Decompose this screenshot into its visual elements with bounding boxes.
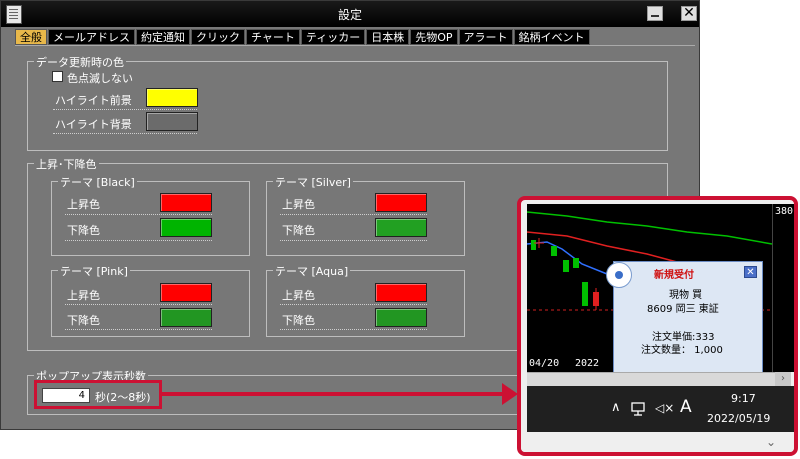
preview-callout: 04/20 2022 新規受付 ✕ 現物 買 8609 岡三 東証 注文単価:3…	[517, 196, 798, 456]
down-color-label: 下降色	[67, 314, 100, 327]
window-title: 設定	[337, 8, 362, 22]
tab-general[interactable]: 全般	[15, 29, 47, 45]
candle-down	[563, 260, 569, 272]
theme-aqua-legend: テーマ [Aqua]	[273, 263, 351, 279]
network-icon[interactable]	[631, 402, 647, 416]
tab-stock-events[interactable]: 銘柄イベント	[513, 29, 590, 45]
updown-legend: 上昇･下降色	[34, 156, 99, 172]
candle-down	[551, 246, 557, 256]
popup-line-4: 注文数量： 1,000	[641, 345, 723, 356]
candle-down	[582, 282, 588, 306]
date-label-1: 04/20	[529, 358, 560, 369]
price-scale: 380	[772, 204, 794, 372]
scroll-down-arrow-icon[interactable]: ⌄	[766, 435, 776, 449]
highlight-fg-label: ハイライト前景	[55, 94, 132, 107]
tab-alert[interactable]: アラート	[458, 29, 513, 45]
silver-up-color-swatch[interactable]	[375, 193, 427, 212]
divider	[280, 329, 427, 330]
volume-muted-icon[interactable]: ◁×	[655, 401, 674, 415]
divider	[53, 133, 197, 134]
arrow-line	[162, 392, 504, 396]
divider	[65, 240, 212, 241]
pink-down-color-swatch[interactable]	[160, 308, 212, 327]
theme-silver-legend: テーマ [Silver]	[273, 174, 353, 190]
popup-close-button[interactable]: ✕	[744, 266, 757, 278]
taskbar-date[interactable]: 2022/05/19	[707, 412, 770, 425]
theme-black-legend: テーマ [Black]	[58, 174, 137, 190]
divider	[280, 214, 427, 215]
arrow-head-icon	[502, 383, 518, 405]
windows-taskbar: ∧ ◁× A 9:17 2022/05/19	[527, 386, 794, 432]
down-color-label: 下降色	[282, 224, 315, 237]
tab-divider	[15, 45, 695, 46]
no-flash-checkbox[interactable]	[52, 71, 63, 82]
tab-chart[interactable]: チャート	[246, 29, 300, 45]
highlight-bg-color-swatch[interactable]	[146, 112, 198, 131]
divider	[280, 240, 427, 241]
divider	[280, 304, 427, 305]
silver-down-color-swatch[interactable]	[375, 218, 427, 237]
tab-click[interactable]: クリック	[191, 29, 245, 45]
popup-title: 新規受付	[654, 270, 694, 281]
show-hidden-icons-chevron[interactable]: ∧	[611, 400, 621, 415]
up-color-label: 上昇色	[282, 198, 315, 211]
date-label-2: 2022	[575, 358, 600, 369]
up-color-label: 上昇色	[67, 289, 100, 302]
popup-line-2: 8609 岡三 東証	[647, 304, 719, 315]
tab-bar: 全般 メールアドレス 約定通知 クリック チャート ティッカー 日本株 先物OP…	[15, 29, 591, 45]
up-color-label: 上昇色	[282, 289, 315, 302]
highlight-bg-label: ハイライト背景	[55, 118, 132, 131]
up-color-label: 上昇色	[67, 198, 100, 211]
order-notification-popup: 新規受付 ✕ 現物 買 8609 岡三 東証 注文単価:333 注文数量： 1,…	[606, 261, 763, 374]
popup-line-1: 現物 買	[669, 290, 703, 301]
down-color-label: 下降色	[282, 314, 315, 327]
highlight-frame-seconds	[34, 380, 162, 409]
black-up-color-swatch[interactable]	[160, 193, 212, 212]
aqua-down-color-swatch[interactable]	[375, 308, 427, 327]
candle-down	[573, 258, 579, 268]
theme-pink-legend: テーマ [Pink]	[58, 263, 130, 279]
ime-indicator[interactable]: A	[680, 397, 692, 417]
divider	[65, 304, 212, 305]
pink-up-color-swatch[interactable]	[160, 283, 212, 302]
taskbar-time[interactable]: 9:17	[731, 392, 756, 405]
title-bar: 設定 ✕	[1, 1, 699, 27]
divider	[53, 109, 197, 110]
close-button[interactable]: ✕	[681, 6, 697, 21]
no-flash-label: 色点滅しない	[67, 72, 133, 85]
theme-black-group: テーマ [Black]	[51, 174, 250, 256]
price-scale-label: 380	[775, 206, 794, 217]
data-update-legend: データ更新時の色	[34, 54, 126, 70]
aqua-up-color-swatch[interactable]	[375, 283, 427, 302]
moving-average-long-line	[527, 211, 772, 245]
chart-horizontal-scrollbar[interactable]	[527, 372, 775, 387]
black-down-color-swatch[interactable]	[160, 218, 212, 237]
candle-down	[531, 240, 536, 250]
tab-japanese-stocks[interactable]: 日本株	[366, 29, 410, 45]
scroll-right-arrow-icon[interactable]: ›	[775, 372, 791, 386]
page-bottom-strip: ⌄	[521, 432, 794, 452]
tab-ticker[interactable]: ティッカー	[300, 29, 366, 45]
tab-mail-address[interactable]: メールアドレス	[48, 29, 135, 45]
tab-futures-options[interactable]: 先物OP	[410, 29, 458, 45]
down-color-label: 下降色	[67, 224, 100, 237]
chart-preview: 04/20 2022 新規受付 ✕ 現物 買 8609 岡三 東証 注文単価:3…	[527, 204, 772, 374]
theme-silver-group: テーマ [Silver]	[266, 174, 465, 256]
divider	[65, 214, 212, 215]
divider	[65, 329, 212, 330]
tab-execution-notice[interactable]: 約定通知	[136, 29, 190, 45]
notification-icon	[606, 262, 632, 288]
highlight-fg-color-swatch[interactable]	[146, 88, 198, 107]
minimize-button[interactable]	[647, 6, 663, 21]
